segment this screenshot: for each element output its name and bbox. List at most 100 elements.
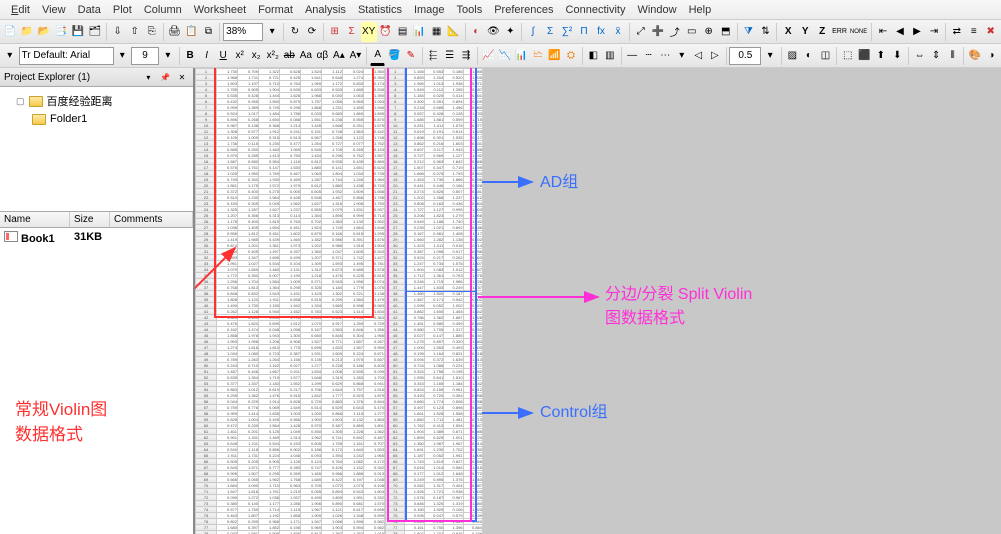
collapse-icon[interactable]: ▢	[16, 96, 25, 107]
menu-analysis[interactable]: Analysis	[299, 2, 352, 18]
filter-icon[interactable]: ▤	[395, 22, 411, 42]
new-folder-icon[interactable]: 📁	[19, 22, 35, 42]
pattern-icon[interactable]: ▨	[785, 46, 801, 66]
snap-v-icon[interactable]: ⇕	[928, 46, 944, 66]
new-project-icon[interactable]: 📄	[2, 22, 18, 42]
style-dropdown-icon[interactable]: ▾	[2, 46, 18, 66]
anti-alias-icon[interactable]: ◧	[586, 46, 602, 66]
scale-icon[interactable]: 📐	[446, 22, 462, 42]
swap-icon[interactable]: ⇄	[949, 22, 965, 42]
add-layer-icon[interactable]: ⊕	[701, 22, 717, 42]
strike-icon[interactable]: ab	[282, 46, 298, 66]
delete-icon[interactable]: ✖	[983, 22, 999, 42]
math-sum2-icon[interactable]: ∑²	[559, 22, 575, 42]
worksheet-right[interactable]: A(X)B(Y)C(Y)D(Y)11.1650.5530.1861.08520.…	[385, 68, 483, 534]
italic-icon[interactable]: I	[199, 46, 215, 66]
align-center-icon[interactable]: ☰	[442, 46, 458, 66]
zoom-input[interactable]	[223, 23, 263, 41]
layer-mgr-icon[interactable]: ▥	[602, 46, 618, 66]
menu-preferences[interactable]: Preferences	[488, 2, 559, 18]
line-style-dropdown-icon[interactable]: ▾	[674, 46, 690, 66]
col-size[interactable]: Size	[70, 212, 110, 227]
merge-icon[interactable]: ⬒	[718, 22, 734, 42]
menu-plot[interactable]: Plot	[107, 2, 138, 18]
transparency-icon[interactable]: ◫	[818, 46, 834, 66]
font-name-input[interactable]	[19, 47, 114, 65]
align-left-icon[interactable]: ⬱	[425, 46, 441, 66]
front-icon[interactable]: ⬆	[873, 46, 889, 66]
line-solid-icon[interactable]: —	[624, 46, 640, 66]
subscript-icon[interactable]: x₂	[248, 46, 264, 66]
menu-help[interactable]: Help	[683, 2, 718, 18]
distribute-icon[interactable]: ⫴	[945, 46, 961, 66]
col-name[interactable]: Name	[0, 212, 70, 227]
math-bar-icon[interactable]: x̄	[610, 22, 626, 42]
ungroup-icon[interactable]: ⬛	[856, 46, 872, 66]
supersub-icon[interactable]: x²₂	[265, 46, 281, 66]
add-column-icon[interactable]: ⊞	[327, 22, 343, 42]
move-right-icon[interactable]: ▶	[909, 22, 925, 42]
marker-icon[interactable]: ✦	[502, 22, 518, 42]
menu-connectivity[interactable]: Connectivity	[560, 2, 632, 18]
tree-child-item[interactable]: Folder1	[4, 111, 189, 127]
arrow-begin-icon[interactable]: ◁	[691, 46, 707, 66]
print-icon[interactable]: 🖨	[166, 22, 182, 42]
stack-icon[interactable]: ≡	[966, 22, 982, 42]
fill-color-icon[interactable]: 🪣	[386, 46, 402, 66]
superscript-icon[interactable]: x²	[232, 46, 248, 66]
reminder-icon[interactable]: ⏰	[378, 22, 394, 42]
hide-icon[interactable]: 👁	[485, 22, 501, 42]
graph3-icon[interactable]: 📊	[514, 46, 530, 66]
filter-tool-icon[interactable]: ⧩	[740, 22, 756, 42]
graph2-icon[interactable]: 📉	[497, 46, 513, 66]
new-layer-icon[interactable]: ▭	[684, 22, 700, 42]
graph5-icon[interactable]: 📶	[547, 46, 563, 66]
palette-icon[interactable]: 🎨	[967, 46, 983, 66]
import-icon[interactable]: ⇩	[110, 22, 126, 42]
back-icon[interactable]: ⬇	[890, 46, 906, 66]
y-axis-icon[interactable]: Y	[797, 22, 813, 42]
group-icon[interactable]: ⬚	[840, 46, 856, 66]
menu-window[interactable]: Window	[631, 2, 682, 18]
menu-format[interactable]: Format	[252, 2, 299, 18]
duplicate-icon[interactable]: ⧉	[200, 22, 216, 42]
menu-data[interactable]: Data	[72, 2, 107, 18]
underline-icon[interactable]: U	[215, 46, 231, 66]
z-axis-icon[interactable]: Z	[814, 22, 830, 42]
add-plot-icon[interactable]: ➕	[650, 22, 666, 42]
recalc-icon[interactable]: ⟳	[304, 22, 320, 42]
graph1-icon[interactable]: 📈	[481, 46, 497, 66]
line-width-input[interactable]	[729, 47, 761, 65]
explorer-autohide-icon[interactable]: 📌	[158, 70, 172, 84]
err-icon[interactable]: ERR	[831, 22, 848, 42]
graph4-icon[interactable]: 🗠	[530, 46, 546, 66]
font-size-input[interactable]	[131, 47, 159, 65]
math-fx-icon[interactable]: fx	[593, 22, 609, 42]
menu-tools[interactable]: Tools	[451, 2, 489, 18]
snap-h-icon[interactable]: ⇔	[912, 46, 928, 66]
align-right-icon[interactable]: ⇶	[458, 46, 474, 66]
linewidth-dropdown-icon[interactable]: ▾	[762, 46, 778, 66]
open-template-icon[interactable]: 📑	[53, 22, 69, 42]
math-pi-icon[interactable]: Π	[576, 22, 592, 42]
theme-icon[interactable]: ◑	[984, 46, 1000, 66]
none-icon[interactable]: NONE	[849, 22, 868, 42]
menu-image[interactable]: Image	[408, 2, 451, 18]
menu-view[interactable]: View	[36, 2, 72, 18]
stats-icon[interactable]: Σ	[344, 22, 360, 42]
bold-icon[interactable]: B	[182, 46, 198, 66]
font-inc-icon[interactable]: A▴	[331, 46, 347, 66]
math-sigma-icon[interactable]: Σ	[542, 22, 558, 42]
layout-icon[interactable]: ▦	[429, 22, 445, 42]
sort-icon[interactable]: ⇅	[757, 22, 773, 42]
refresh-icon[interactable]: ↻	[287, 22, 303, 42]
arrow-end-icon[interactable]: ▷	[707, 46, 723, 66]
save-icon[interactable]: 💾	[70, 22, 86, 42]
extract-icon[interactable]: ⤴	[667, 22, 683, 42]
graph6-icon[interactable]: ⛭	[563, 46, 579, 66]
menu-edit[interactable]: Edit	[5, 2, 36, 18]
move-last-icon[interactable]: ⇥	[926, 22, 942, 42]
case-icon[interactable]: Aa	[298, 46, 314, 66]
add-graph-icon[interactable]: 📊	[412, 22, 428, 42]
copy-page-icon[interactable]: 📋	[183, 22, 199, 42]
